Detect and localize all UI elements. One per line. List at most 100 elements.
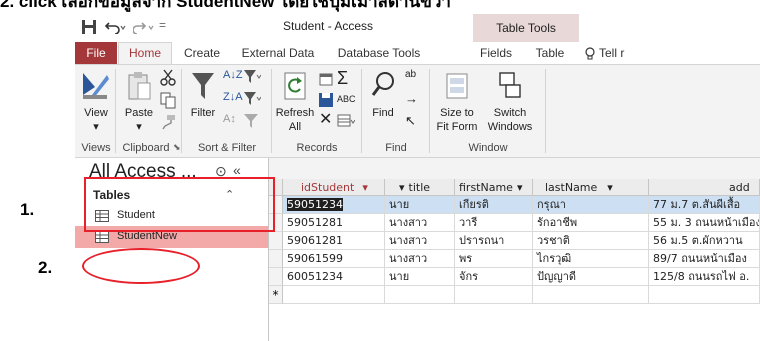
advanced-filter-icon[interactable]	[243, 91, 261, 107]
column-header-title[interactable]: ▾ title	[385, 179, 455, 196]
table-cell[interactable]: 55 ม. 3 ถนนหน้าเมือง	[649, 214, 760, 232]
table-cell[interactable]	[283, 286, 385, 304]
tab-table[interactable]: Table	[527, 45, 573, 64]
paste-button[interactable]: Paste ▾	[119, 67, 159, 139]
switch-windows-button[interactable]: Switch Windows	[483, 67, 537, 139]
filter-button[interactable]: Filter	[185, 67, 221, 139]
selection-filter-icon[interactable]	[243, 69, 261, 85]
table-cell[interactable]: นางสาว	[385, 214, 455, 232]
delete-icon[interactable]: ✕	[319, 111, 332, 129]
highlight-box-nav-header	[84, 177, 275, 232]
undo-icon[interactable]	[105, 20, 127, 34]
table-cell[interactable]	[533, 286, 649, 304]
view-button[interactable]: View ▾	[79, 67, 113, 139]
toggle-filter-icon[interactable]	[243, 113, 259, 129]
table-cell[interactable]: นางสาว	[385, 250, 455, 268]
group-records-label: Records	[296, 142, 338, 154]
table-cell[interactable]	[455, 286, 533, 304]
table-cell[interactable]: รักอาชีพ	[533, 214, 649, 232]
group-clipboard-label: Clipboard	[122, 142, 170, 154]
tab-home[interactable]: Home	[118, 42, 172, 64]
table-cell[interactable]: นางสาว	[385, 232, 455, 250]
tell-me-box[interactable]: Tell r	[599, 45, 639, 64]
table-cell[interactable]: 59051234	[283, 196, 385, 214]
title-bar: = Student - Access Table Tools	[75, 14, 760, 42]
table-cell[interactable]: ไกรวุฒิ	[533, 250, 649, 268]
ribbon-home: View ▾ Paste ▾ Filter A↓Z Z↓A A↕ Refresh…	[75, 65, 760, 158]
document-tabs-bar	[269, 158, 760, 180]
size-to-fit-form-button[interactable]: Size to Fit Form	[433, 67, 481, 139]
copy-icon[interactable]	[159, 91, 177, 109]
table-cell[interactable]: 89/7 ถนนหน้าเมือง	[649, 250, 760, 268]
totals-icon[interactable]: Σ	[337, 69, 348, 87]
table-cell[interactable]: นาย	[385, 268, 455, 286]
save-icon[interactable]	[81, 19, 97, 35]
table-cell[interactable]: 125/8 ถนนรถไฟ อ.	[649, 268, 760, 286]
table-cell[interactable]: 59051281	[283, 214, 385, 232]
refresh-all-button[interactable]: Refresh All	[275, 67, 315, 139]
table-cell[interactable]: พร	[455, 250, 533, 268]
paste-icon	[128, 72, 151, 100]
replace-icon[interactable]: ab	[405, 69, 416, 80]
chevron-down-icon[interactable]: ▾	[399, 181, 405, 194]
find-icon	[371, 72, 394, 96]
new-record-icon[interactable]	[317, 69, 335, 87]
group-views-label: Views	[81, 142, 111, 154]
ribbon-tabs: File Home Create External Data Database …	[75, 42, 760, 65]
table-icon	[95, 231, 109, 243]
tab-create[interactable]: Create	[177, 45, 227, 64]
column-header-lastname[interactable]: lastName ▾	[533, 179, 649, 196]
tab-fields[interactable]: Fields	[471, 45, 521, 64]
table-cell[interactable]: 60051234	[283, 268, 385, 286]
remove-sort-icon[interactable]: A↕	[223, 113, 236, 125]
tab-database-tools[interactable]: Database Tools	[329, 45, 429, 64]
table-cell[interactable]: จักร	[455, 268, 533, 286]
go-to-icon[interactable]: →	[405, 91, 418, 106]
select-icon[interactable]: ↖	[405, 113, 416, 129]
switch-windows-icon	[499, 72, 521, 98]
row-selector[interactable]	[269, 268, 283, 286]
highlight-ellipse-studentnew	[82, 248, 200, 284]
row-selector[interactable]	[269, 250, 283, 268]
dialog-launcher-icon[interactable]: ⬊	[173, 142, 181, 153]
marker-1: 1.	[20, 200, 35, 219]
column-header-address[interactable]: add	[649, 179, 760, 196]
sort-ascending-icon[interactable]: A↓Z	[223, 69, 243, 81]
table-cell[interactable]: วรชาติ	[533, 232, 649, 250]
table-cell[interactable]: 56 ม.5 ต.ผักหวาน	[649, 232, 760, 250]
table-cell[interactable]: วารี	[455, 214, 533, 232]
new-record-marker[interactable]: *	[269, 286, 283, 304]
chevron-down-icon[interactable]: ▾	[362, 181, 368, 194]
format-painter-icon[interactable]	[159, 113, 177, 131]
table-cell[interactable]	[649, 286, 760, 304]
table-cell[interactable]: นาย	[385, 196, 455, 214]
customize-qat-icon[interactable]: =	[159, 18, 166, 32]
sort-descending-icon[interactable]: Z↓A	[223, 91, 243, 103]
table-cell[interactable]	[385, 286, 455, 304]
redo-icon[interactable]	[133, 20, 155, 34]
table-cell[interactable]: 77 ม.7 ต.สันผีเสื้อ	[649, 196, 760, 214]
table-cell[interactable]: ปัญญาดี	[533, 268, 649, 286]
table-cell[interactable]: เกียรติ	[455, 196, 533, 214]
table-cell[interactable]: 59061599	[283, 250, 385, 268]
tab-file[interactable]: File	[75, 42, 117, 64]
tab-external-data[interactable]: External Data	[233, 45, 323, 64]
spelling-icon[interactable]: ABC	[337, 91, 356, 107]
refresh-icon	[284, 72, 306, 100]
lightbulb-icon[interactable]	[583, 47, 597, 61]
shutter-bar-close-icon[interactable]: «	[233, 162, 241, 178]
table-cell[interactable]: ปรารถนา	[455, 232, 533, 250]
view-icon	[83, 73, 109, 99]
row-selector[interactable]	[269, 232, 283, 250]
table-cell[interactable]: 59061281	[283, 232, 385, 250]
window-title: Student - Access	[283, 19, 374, 33]
save-record-icon[interactable]	[317, 91, 335, 109]
column-header-firstname[interactable]: firstName ▾	[455, 179, 533, 196]
more-icon[interactable]	[337, 113, 355, 129]
chevron-down-icon[interactable]: ▾	[607, 181, 613, 194]
find-button[interactable]: Find	[365, 67, 401, 139]
column-header-idstudent[interactable]: idStudent ▾	[283, 179, 385, 196]
cut-icon[interactable]	[159, 69, 177, 87]
table-cell[interactable]: กรุณา	[533, 196, 649, 214]
chevron-down-icon[interactable]: ▾	[517, 181, 523, 194]
